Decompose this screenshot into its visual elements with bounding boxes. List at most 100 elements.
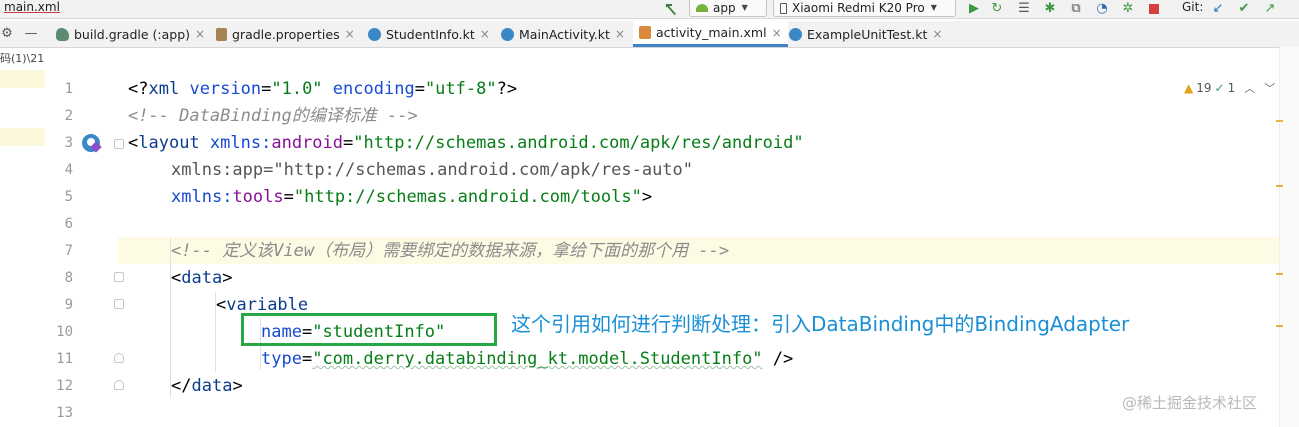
git-commit-icon[interactable]: ✔ <box>1236 0 1252 17</box>
close-icon[interactable]: × <box>195 27 205 41</box>
stop-icon[interactable] <box>1146 0 1162 17</box>
line-number: 12 <box>56 378 73 394</box>
chevron-up-icon[interactable]: ︿ <box>1244 80 1255 96</box>
watermark: @稀土掘金技术社区 <box>1122 394 1258 412</box>
code-token: version <box>189 79 262 99</box>
tab-label: ExampleUnitTest.kt <box>807 26 928 42</box>
code-token: </ <box>171 376 192 396</box>
tab-build-gradle[interactable]: build.gradle (:app) × <box>56 21 205 47</box>
tab-label: StudentInfo.kt <box>386 26 475 42</box>
error-stripe[interactable] <box>1279 47 1299 427</box>
line-number: 9 <box>64 297 73 313</box>
close-icon[interactable]: × <box>345 27 355 41</box>
profile-icon[interactable]: ◔ <box>1094 0 1110 17</box>
apply-code-changes-icon[interactable]: ☰ <box>1016 0 1032 17</box>
code-token: = <box>283 187 294 207</box>
fold-marker[interactable] <box>114 272 124 282</box>
phone-icon <box>780 2 787 14</box>
code-token: /> <box>762 349 794 369</box>
xml-layout-icon <box>639 26 651 39</box>
code-token: encoding <box>332 79 415 99</box>
databinding-class-icon[interactable] <box>82 134 102 153</box>
code-token: > <box>641 187 653 207</box>
code-token: "1.0" <box>271 79 323 99</box>
code-line-3[interactable]: <layout xmlns:android="http://schemas.an… <box>128 130 804 157</box>
fold-end-marker[interactable] <box>114 353 124 363</box>
code-token: tools <box>232 187 284 207</box>
fold-marker[interactable] <box>114 139 124 149</box>
tab-label: activity_main.xml <box>656 25 767 40</box>
code-token: = <box>263 160 274 180</box>
warning-stripe-mark[interactable] <box>1276 120 1283 122</box>
close-icon[interactable]: × <box>932 27 942 41</box>
device-label: Xiaomi Redmi K20 Pro <box>792 1 925 15</box>
code-line-12[interactable]: </data> <box>171 373 243 400</box>
code-line-5[interactable]: xmlns:tools="http://schemas.android.com/… <box>171 184 652 211</box>
hammer-build-icon[interactable] <box>662 0 680 17</box>
code-token: ?> <box>496 79 518 99</box>
android-icon <box>696 4 708 12</box>
tab-mainactivity-kt[interactable]: MainActivity.kt × <box>501 21 625 47</box>
code-token: = <box>261 79 272 99</box>
tab-label: gradle.properties <box>232 26 340 42</box>
code-token: "utf-8" <box>424 79 497 99</box>
warning-stripe-mark[interactable] <box>1276 273 1283 275</box>
minimize-icon[interactable]: — <box>24 25 38 42</box>
code-line-4[interactable]: xmlns:app="http://schemas.android.com/ap… <box>171 157 693 184</box>
gear-icon[interactable]: ⚙ <box>0 25 14 42</box>
left-panel-highlight <box>0 70 45 88</box>
code-token: "http://schemas.android.com/apk/res-auto… <box>273 160 694 180</box>
warning-count: 19 <box>1196 81 1212 95</box>
code-token: = <box>301 349 313 369</box>
debug-icon[interactable]: ✱ <box>1042 0 1058 17</box>
code-token: <? <box>128 79 149 99</box>
tab-exampleunittest-kt[interactable]: ExampleUnitTest.kt × <box>789 21 942 47</box>
git-push-icon[interactable]: ↗ <box>1262 0 1278 17</box>
attach-process-icon[interactable]: ✲ <box>1120 0 1136 17</box>
weak-warning-icon: ✓ <box>1214 81 1225 95</box>
close-icon[interactable]: × <box>772 26 782 40</box>
line-number: 1 <box>64 81 73 97</box>
code-line-1[interactable]: <?xml version="1.0" encoding="utf-8"?> <box>128 76 517 103</box>
attach-debugger-icon[interactable]: ⧉ <box>1068 0 1084 17</box>
code-token: type <box>261 349 302 369</box>
code-line-8[interactable]: <data> <box>171 265 232 292</box>
close-icon[interactable]: × <box>480 27 490 41</box>
close-icon[interactable]: × <box>615 27 625 41</box>
line-number: 5 <box>64 189 73 205</box>
code-token: < <box>128 133 139 153</box>
kotlin-class-icon <box>368 27 381 41</box>
annotation-text: 这个引用如何进行判断处理：引入DataBinding中的BindingAdapt… <box>511 312 1130 336</box>
code-token: xmlns <box>209 133 262 153</box>
git-update-icon[interactable]: ↙ <box>1210 0 1226 17</box>
code-line-2[interactable]: <!-- DataBinding的编译标准 --> <box>128 103 418 130</box>
code-token: = <box>414 79 425 99</box>
code-token: android <box>271 133 344 153</box>
warning-stripe-mark[interactable] <box>1276 185 1283 187</box>
code-token: < <box>171 268 182 288</box>
tab-activity-main-xml[interactable]: activity_main.xml × <box>633 21 788 47</box>
apply-changes-restart-icon[interactable]: ↻ <box>989 0 1005 17</box>
code-line-7[interactable]: <!-- 定义该View（布局）需要绑定的数据来源，拿给下面的那个用 --> <box>171 238 729 265</box>
inspections-widget[interactable]: ▲ 19 ✓ 1 ︿ ﹀ <box>1184 80 1275 96</box>
tab-studentinfo-kt[interactable]: StudentInfo.kt × <box>368 21 490 47</box>
tab-label: MainActivity.kt <box>519 26 610 42</box>
fold-end-marker[interactable] <box>114 380 124 390</box>
main-toolbar: main.xml app ▼ Xiaomi Redmi K20 Pro ▼ ▶ … <box>0 0 1299 19</box>
git-label: Git: <box>1182 0 1204 14</box>
line-number: 11 <box>56 351 73 367</box>
run-config-select[interactable]: app ▼ <box>689 0 767 17</box>
warning-stripe-mark[interactable] <box>1276 325 1283 327</box>
tab-gradle-properties[interactable]: gradle.properties × <box>216 21 355 47</box>
device-select[interactable]: Xiaomi Redmi K20 Pro ▼ <box>773 0 956 17</box>
code-token: > <box>232 376 243 396</box>
code-token: "http://schemas.android.com/tools" <box>293 187 642 207</box>
annotation-highlight-box <box>241 313 497 346</box>
code-token: "com.derry.databinding_kt.model.StudentI… <box>312 349 763 369</box>
code-line-11[interactable]: type="com.derry.databinding_kt.model.Stu… <box>261 346 793 373</box>
fold-marker[interactable] <box>114 299 124 309</box>
chevron-down-icon[interactable]: ﹀ <box>1264 80 1275 96</box>
run-icon[interactable]: ▶ <box>966 0 982 17</box>
